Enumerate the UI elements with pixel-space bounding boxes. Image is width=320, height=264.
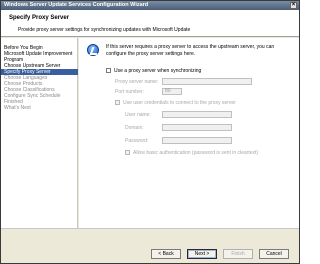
sidebar-item-whats-next[interactable]: What's Next (1, 105, 78, 111)
port-number-field[interactable]: 80 (162, 88, 182, 95)
cancel-button[interactable]: Cancel (259, 249, 289, 259)
password-label: Password: (125, 138, 149, 144)
finish-button[interactable]: Finish (223, 249, 253, 259)
allow-basic-auth-checkbox[interactable] (125, 150, 130, 155)
proxy-server-name-label: Proxy server name: (115, 79, 159, 85)
proxy-server-name-field[interactable] (162, 78, 252, 85)
wizard-header: Specify Proxy Server Provide proxy serve… (1, 10, 299, 37)
close-button[interactable]: × (290, 2, 297, 9)
allow-basic-auth-label: Allow basic authentication (password is … (133, 150, 259, 156)
use-proxy-checkbox[interactable] (106, 68, 111, 73)
wizard-footer: < Back Next > Finish Cancel (1, 228, 299, 263)
page-title: Specify Proxy Server (9, 15, 70, 21)
domain-field[interactable] (162, 124, 232, 131)
wizard-window: Windows Server Update Services Configura… (0, 0, 300, 264)
password-field[interactable] (162, 137, 232, 144)
next-button[interactable]: Next > (187, 249, 217, 259)
title-bar: Windows Server Update Services Configura… (1, 1, 299, 10)
user-name-label: User name: (125, 112, 151, 118)
use-credentials-checkbox[interactable] (115, 100, 120, 105)
domain-label: Domain: (125, 125, 144, 131)
info-arrow-icon (87, 44, 99, 56)
port-number-label: Port number: (115, 89, 144, 95)
wizard-steps-sidebar: Before You Begin Microsoft Update Improv… (1, 38, 78, 228)
wizard-content: If this server requires a proxy server t… (79, 38, 299, 228)
page-subtitle: Provide proxy server settings for synchr… (18, 27, 191, 33)
window-title: Windows Server Update Services Configura… (4, 2, 149, 8)
info-text: If this server requires a proxy server t… (106, 44, 275, 57)
use-credentials-label: Use user credentials to connect to the p… (123, 100, 236, 106)
use-proxy-label: Use a proxy server when synchronizing (114, 68, 202, 74)
back-button[interactable]: < Back (151, 249, 181, 259)
user-name-field[interactable] (162, 111, 232, 118)
